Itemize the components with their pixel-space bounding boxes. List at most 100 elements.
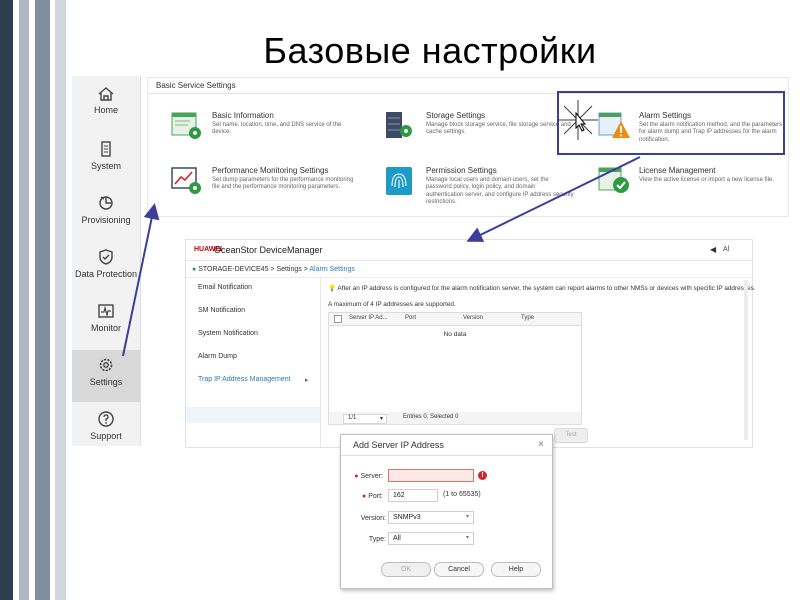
menu-system-notification[interactable]: System Notification	[198, 330, 258, 337]
port-label-text: Port:	[368, 493, 383, 500]
version-label: Version:	[360, 515, 386, 522]
breadcrumb-alarm-settings: Alarm Settings	[309, 266, 355, 273]
nav-support-label: Support	[90, 431, 122, 441]
add-server-ip-dialog: Add Server IP Address × ● Server: ! ● Po…	[340, 434, 553, 589]
limit-note: A maximum of 4 IP addresses are supporte…	[328, 301, 456, 308]
performance-chart-icon	[171, 167, 201, 194]
service-desc: Manage local users and domain users, set…	[426, 177, 574, 206]
type-label: Type:	[368, 536, 386, 543]
chevron-down-icon: ▾	[465, 514, 469, 520]
slide-stripe-3	[19, 0, 29, 600]
breadcrumb-sep: >	[270, 266, 275, 273]
service-name: Basic Information	[212, 111, 274, 120]
gear-icon	[99, 358, 113, 372]
column-type[interactable]: Type	[521, 315, 534, 321]
fingerprint-icon	[386, 167, 412, 195]
chevron-down-icon: ▾	[379, 416, 383, 422]
ok-button[interactable]: OK	[381, 562, 431, 577]
entries-status: Entries 0, Selected 0	[403, 414, 459, 420]
service-name: Storage Settings	[426, 111, 486, 120]
speaker-icon[interactable]: ◀	[710, 245, 716, 254]
alarm-settings-highlight	[557, 91, 785, 155]
nav-home-label: Home	[93, 105, 118, 115]
storage-settings-icon	[386, 112, 412, 138]
monitor-icon	[98, 304, 114, 318]
menu-sm-notification[interactable]: SM Notification	[198, 307, 245, 314]
info-bulb-icon: 💡	[328, 285, 336, 292]
nav-data-protection-label: Data Protection	[74, 269, 138, 279]
server-input[interactable]	[388, 469, 474, 482]
license-check-icon	[598, 167, 629, 193]
basic-info-icon	[171, 112, 201, 139]
menu-alarm-dump[interactable]: Alarm Dump	[198, 353, 237, 360]
test-button[interactable]: Test	[554, 428, 588, 443]
dialog-title: Add Server IP Address	[353, 440, 444, 450]
port-input[interactable]: 162	[388, 489, 438, 502]
column-server-ip[interactable]: Server IP Ad...	[349, 315, 388, 321]
nav-settings[interactable]: Settings	[72, 350, 140, 402]
close-icon[interactable]: ×	[538, 439, 544, 450]
alarm-settings-menu: Email Notification SM Notification Syste…	[186, 278, 321, 447]
slide-stripe-5	[35, 0, 50, 600]
window-scrollbar[interactable]	[744, 280, 748, 440]
service-desc: Set name, location, time, and DNS servic…	[212, 122, 342, 136]
nav-monitor-label: Monitor	[90, 323, 121, 333]
info-note-text: After an IP address is configured for th…	[337, 285, 756, 292]
type-value: All	[393, 535, 401, 542]
service-desc: View the active license or import a new …	[639, 177, 774, 183]
service-name: Permission Settings	[426, 166, 497, 175]
page-value: 1/1	[348, 415, 357, 421]
provisioning-icon	[99, 196, 113, 210]
service-name: Performance Monitoring Settings	[212, 166, 329, 175]
chevron-right-icon: ▸	[305, 377, 309, 384]
version-value: SNMPv3	[393, 514, 421, 521]
divider	[341, 455, 552, 456]
title-bar: HUAWEI OceanStor DeviceManager ◀ Al	[186, 240, 752, 261]
service-desc: Manage block storage service, file stora…	[426, 122, 571, 136]
slide-stripe-1	[0, 0, 13, 600]
nav-system[interactable]: System	[72, 134, 140, 186]
nav-system-label: System	[90, 161, 121, 171]
column-version[interactable]: Version	[463, 315, 483, 321]
type-select[interactable]: All ▾	[388, 532, 474, 545]
chevron-down-icon: ▾	[465, 535, 469, 541]
port-label: ● Port:	[362, 493, 383, 500]
nav-provisioning-label: Provisioning	[81, 215, 131, 225]
nav-monitor[interactable]: Monitor	[72, 296, 140, 348]
service-desc: Set dump parameters for the performance …	[212, 177, 354, 191]
slide-stripe-7	[55, 0, 66, 600]
page-select[interactable]: 1/1 ▾	[343, 414, 387, 424]
device-manager-window: HUAWEI OceanStor DeviceManager ◀ Al ● ST…	[186, 240, 756, 447]
breadcrumb-settings[interactable]: Settings	[276, 266, 301, 273]
panel-title: Basic Service Settings	[156, 81, 236, 90]
server-label: ● Server:	[354, 473, 383, 480]
slide-title: Базовые настройки	[263, 30, 597, 71]
info-note: 💡 After an IP address is configured for …	[328, 284, 756, 292]
server-ip-table: Server IP Ad... Port Version Type No dat…	[328, 312, 582, 414]
table-header: Server IP Ad... Port Version Type	[329, 313, 581, 326]
cancel-button[interactable]: Cancel	[434, 562, 484, 577]
port-range-hint: (1 to 65535)	[443, 491, 481, 498]
menu-trap-ip-address-management[interactable]: Trap IP Address Management	[198, 376, 291, 383]
shield-icon	[99, 249, 113, 265]
nav-settings-label: Settings	[89, 377, 123, 387]
table-pager: 1/1 ▾ Entries 0, Selected 0	[328, 412, 582, 425]
breadcrumb-device[interactable]: STORAGE-DEVICE45	[198, 266, 268, 273]
nav-data-protection[interactable]: Data Protection	[72, 242, 140, 294]
empty-table-text: No data	[443, 331, 467, 338]
nav-support[interactable]: Support	[72, 404, 140, 456]
breadcrumb: ● STORAGE-DEVICE45 > Settings > Alarm Se…	[192, 266, 355, 273]
user-menu[interactable]: Al	[723, 246, 729, 253]
version-select[interactable]: SNMPv3 ▾	[388, 511, 474, 524]
nav-home[interactable]: Home	[72, 80, 140, 132]
menu-selection-bg	[186, 407, 320, 423]
app-name: OceanStor DeviceManager	[214, 245, 323, 255]
select-all-checkbox[interactable]	[334, 315, 342, 323]
menu-email-notification[interactable]: Email Notification	[198, 284, 252, 291]
service-name: License Management	[639, 166, 716, 175]
nav-provisioning[interactable]: Provisioning	[72, 188, 140, 240]
left-nav: Home System Provisioning Data Protection…	[72, 76, 141, 446]
column-port[interactable]: Port	[405, 315, 416, 321]
breadcrumb-sep: >	[303, 266, 308, 273]
help-button[interactable]: Help	[491, 562, 541, 577]
